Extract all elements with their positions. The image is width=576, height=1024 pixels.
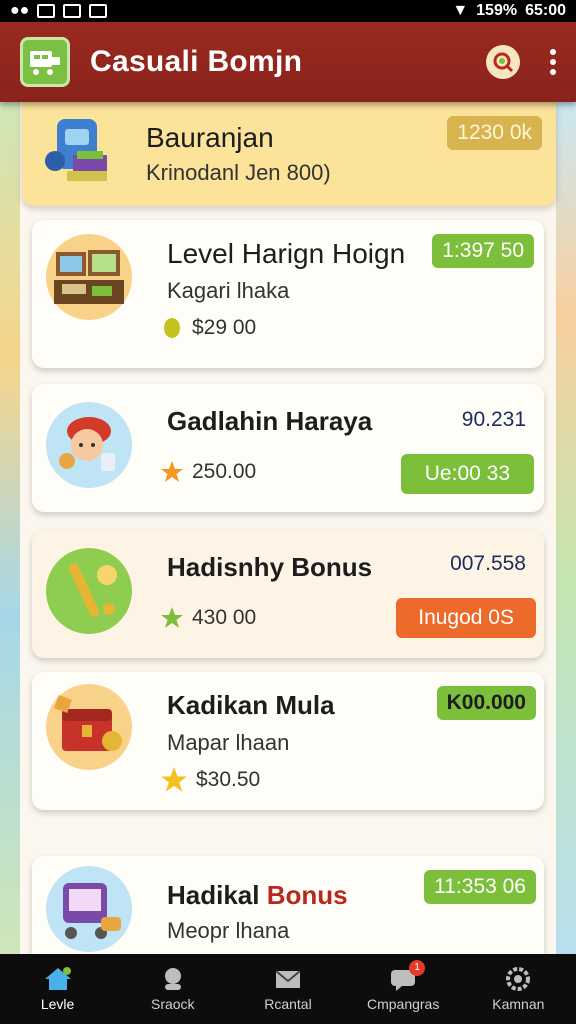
card-badge[interactable]: K00.000 (436, 686, 536, 720)
card-badge[interactable]: 1230 0k (447, 116, 542, 150)
card-title-highlight: Bonus (266, 880, 348, 910)
card-price: $30.50 (160, 766, 260, 794)
card-title: Hadikal Bonus (167, 880, 348, 911)
card-badge[interactable]: 1:397 50 (432, 234, 534, 268)
offer-card[interactable]: Hadisnhy Bonus 430 00 007.558 Inugod 0S (32, 530, 544, 658)
nav-label: Levle (40, 996, 75, 1012)
arcade-cart-icon (46, 866, 132, 952)
card-price-value: 250.00 (192, 460, 257, 483)
offer-card-featured[interactable]: Bauranjan Krinodanl Jen 800) 1230 0k (22, 100, 556, 206)
card-badge[interactable]: Inugod 0S (396, 598, 536, 638)
home-icon (43, 966, 73, 992)
status-bar: ●● ▼ 159% 65:00 (0, 0, 576, 22)
clock: 65:00 (525, 2, 566, 19)
card-number: 90.231 (461, 408, 526, 431)
card-title: Level Harign Hoign (167, 238, 406, 269)
mail-icon (273, 966, 303, 992)
overflow-menu-button[interactable] (550, 49, 556, 75)
character-avatar-icon (46, 402, 132, 488)
offer-card[interactable]: Kadikan Mula Mapar lhaan $30.50 K00.000 (32, 672, 544, 810)
card-subtitle: Mapar lhaan (167, 730, 290, 755)
gear-icon (503, 966, 533, 992)
app-bar: Casuali Bomjn (0, 22, 576, 102)
nav-label: Kamnan (492, 996, 545, 1012)
card-subtitle: Kagari lhaka (167, 278, 290, 303)
nav-item-levle[interactable]: Levle (8, 966, 108, 1012)
image-icon (89, 4, 108, 18)
card-title: Gadlahin Haraya (167, 406, 373, 436)
card-badge[interactable]: Ue:00 33 (400, 454, 534, 494)
status-left: ●● (10, 2, 108, 20)
desk-computer-icon (46, 234, 132, 320)
image-icon (37, 4, 56, 18)
offer-card[interactable]: Level Harign Hoign Kagari lhaka $29 00 1… (32, 220, 544, 368)
card-price-value: 430 00 (192, 606, 257, 629)
leaf-icon (164, 318, 180, 338)
card-price-value: $29 00 (192, 316, 257, 339)
offer-card[interactable]: Gadlahin Haraya 250.00 90.231 Ue:00 33 (32, 384, 544, 512)
offer-card[interactable]: Hadikal Bonus Meopr lhana 11:353 06 (32, 856, 544, 966)
nav-label: Rcantal (264, 996, 312, 1012)
card-title: Kadikan Mula (167, 690, 335, 720)
battery-level: 159% (476, 2, 518, 19)
star-icon (161, 767, 187, 792)
status-right: ▼ 159% 65:00 (452, 2, 566, 20)
app-logo-icon (20, 37, 70, 87)
nav-item-cmpangras[interactable]: 1 Cmpangras (353, 960, 453, 1012)
card-price: 430 00 (160, 606, 256, 630)
nav-item-kamnan[interactable]: Kamnan (468, 966, 568, 1012)
card-price-value: $30.50 (196, 768, 261, 791)
notification-badge: 1 (409, 960, 426, 976)
nav-label: Cmpangras (366, 996, 440, 1012)
nav-label: Sraock (150, 996, 195, 1012)
card-subtitle: Meopr lhana (167, 918, 290, 943)
offer-list[interactable]: Bauranjan Krinodanl Jen 800) 1230 0k Lev… (20, 100, 556, 966)
card-price: 250.00 (160, 460, 256, 484)
app-title: Casuali Bomjn (90, 45, 303, 78)
treasure-chest-icon (46, 684, 132, 770)
search-icon (493, 52, 514, 73)
trumpet-bonus-icon (46, 548, 132, 634)
card-price: $29 00 (160, 316, 256, 340)
bottom-navigation: Levle Sraock Rcantal 1 Cmpangras Kamnan (0, 954, 576, 1024)
card-title-main: Hadikal (167, 880, 260, 910)
nav-item-sraock[interactable]: Sraock (123, 966, 223, 1012)
card-number: 007.558 (450, 552, 526, 575)
card-badge[interactable]: 11:353 06 (424, 870, 536, 904)
star-icon (161, 607, 183, 628)
character-icon (158, 966, 188, 992)
card-title: Bauranjan (146, 122, 274, 153)
notification-icon: ●● (10, 2, 30, 19)
image-icon (63, 4, 82, 18)
nav-item-rcantal[interactable]: Rcantal (238, 966, 338, 1012)
robot-machine-icon (36, 108, 122, 194)
star-icon (161, 461, 183, 482)
card-title: Hadisnhy Bonus (167, 552, 373, 582)
wifi-icon: ▼ (452, 2, 469, 19)
search-button[interactable] (486, 45, 520, 79)
card-subtitle: Krinodanl Jen 800) (146, 160, 331, 185)
